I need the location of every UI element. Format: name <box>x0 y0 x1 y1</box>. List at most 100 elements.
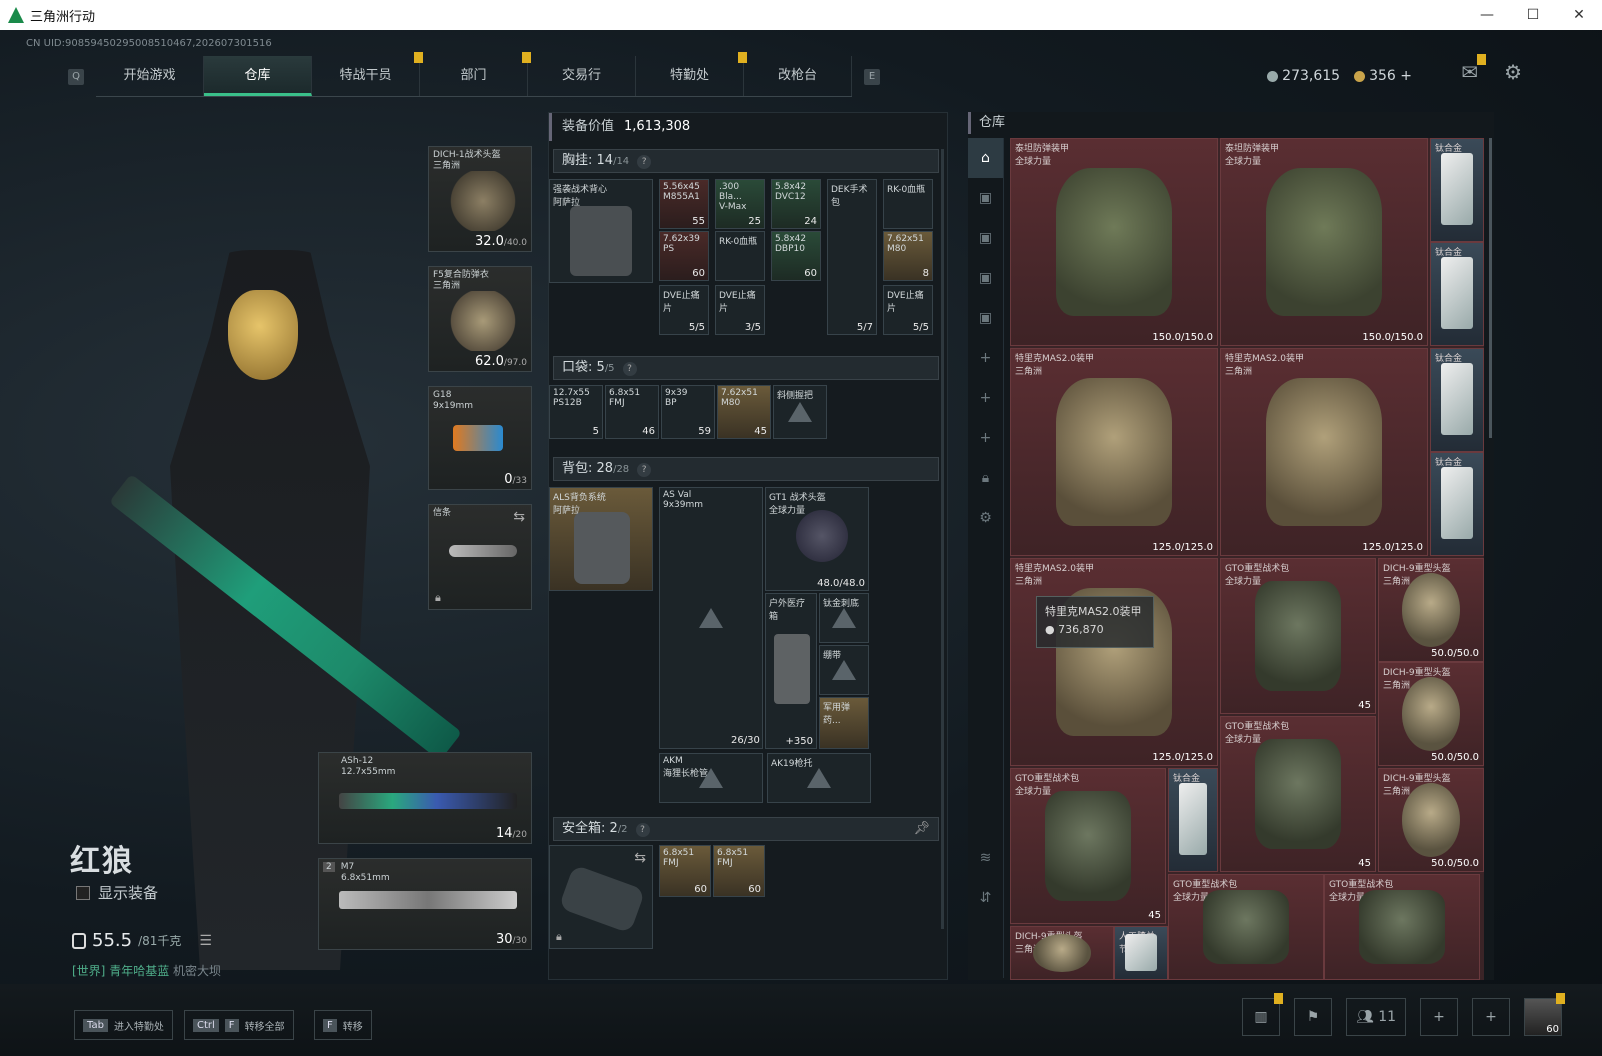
warehouse-item[interactable]: 泰坦防弹装甲 全球力量 150.0/150.0 <box>1010 138 1218 346</box>
close-button[interactable]: ✕ <box>1556 0 1602 30</box>
pocket-item[interactable]: 9x39 BP 59 <box>661 385 715 439</box>
nav-prev-key[interactable]: Q <box>68 68 84 85</box>
tab-trade[interactable]: 交易行 <box>528 56 636 96</box>
chest-item[interactable]: 5.8x42 DBP10 60 <box>771 231 821 281</box>
gold-currency[interactable]: 356 + <box>1354 68 1412 84</box>
pistol-slot[interactable]: G18 9x19mm 0/33 <box>428 386 532 490</box>
add-storage-icon[interactable]: + <box>968 378 1003 418</box>
ammo-box-item[interactable]: 军用弹药... <box>819 697 869 749</box>
pin-icon[interactable]: 📌︎ <box>913 818 930 840</box>
loadout-scrollbar[interactable] <box>941 149 944 929</box>
warehouse-item[interactable]: GTO重型战术包 全球力量 45 <box>1220 558 1376 714</box>
warehouse-item[interactable]: DICH-9重型头盔三角洲 <box>1010 926 1114 980</box>
storage-tab-2-icon[interactable]: ▣ <box>968 218 1003 258</box>
squad-button[interactable]: 👥︎ 11 <box>1346 998 1406 1036</box>
warehouse-item[interactable]: 钛合金 <box>1430 138 1484 242</box>
chest-item[interactable]: .300 Bla... V-Max 25 <box>715 179 765 229</box>
warehouse-item[interactable]: 钛合金 <box>1168 768 1218 872</box>
tab-warehouse[interactable]: 仓库 <box>204 56 312 96</box>
chest-item[interactable]: RK-0血瓶 <box>883 179 933 229</box>
chest-item[interactable]: DVE止痛片 5/5 <box>659 285 709 335</box>
warehouse-item[interactable]: GTO重型战术包 全球力量 <box>1168 874 1324 980</box>
layers-icon[interactable]: ≋ <box>968 838 1003 878</box>
warehouse-item[interactable]: 人工膝关节 <box>1114 926 1168 980</box>
gear-icon[interactable]: ⚙ <box>968 498 1003 538</box>
gear-icon[interactable]: ⚙ <box>1504 60 1522 84</box>
show-equipment-toggle[interactable]: 显示装备 <box>76 882 158 903</box>
warehouse-item[interactable]: GTO重型战术包 全球力量 45 <box>1220 716 1376 872</box>
warehouse-item[interactable]: GTO重型战术包 全球力量 <box>1324 874 1480 980</box>
nav-next-key[interactable]: E <box>864 68 880 85</box>
help-icon[interactable]: ? <box>637 463 652 477</box>
flag-icon[interactable]: ⚑ <box>1294 998 1332 1036</box>
sort-icon[interactable]: ⇵ <box>968 878 1003 918</box>
warehouse-scrollbar[interactable] <box>1489 138 1492 438</box>
lock-icon[interactable]: 🔒︎ <box>968 458 1003 498</box>
invite-slot-button[interactable]: + <box>1420 998 1458 1036</box>
mail-icon[interactable]: ✉ <box>1461 54 1487 84</box>
tab-department[interactable]: 部门 <box>420 52 531 96</box>
warehouse-item[interactable]: 钛合金 <box>1430 452 1484 556</box>
hint-transfer[interactable]: F 转移 <box>314 1010 372 1040</box>
secondary-weapon-slot[interactable]: 2 M7 6.8x51mm 30/30 <box>318 858 532 950</box>
warehouse-item[interactable]: DICH-9重型头盔 三角洲 50.0/50.0 <box>1378 768 1484 872</box>
storage-tab-4-icon[interactable]: ▣ <box>968 298 1003 338</box>
chest-item[interactable]: DVE止痛片 3/5 <box>715 285 765 335</box>
chest-item[interactable]: DEK手术包 5/7 <box>827 179 877 335</box>
add-storage-icon[interactable]: + <box>968 418 1003 458</box>
list-icon[interactable]: ☰ <box>199 933 212 949</box>
storage-tab-1-icon[interactable]: ▣ <box>968 178 1003 218</box>
ak19-stock-item[interactable]: AK19枪托 <box>767 753 871 803</box>
armor-slot[interactable]: F5复合防弹衣 三角洲 62.0/97.0 <box>428 266 532 372</box>
pocket-item[interactable]: 斜侧握把 <box>773 385 827 439</box>
minimize-button[interactable]: — <box>1464 0 1510 30</box>
warehouse-item[interactable]: 钛合金 <box>1430 348 1484 452</box>
warehouse-item[interactable]: 钛合金 <box>1430 242 1484 346</box>
gt1-helmet-item[interactable]: GT1 战术头盔 全球力量 48.0/48.0 <box>765 487 869 591</box>
storage-tab-3-icon[interactable]: ▣ <box>968 258 1003 298</box>
chest-item[interactable]: 5.8x42 DVC12 24 <box>771 179 821 229</box>
stats-icon[interactable]: ▥ <box>1242 993 1283 1036</box>
world-chat-line[interactable]: [世界] 青年哈基蓝 机密大坝 <box>72 962 221 979</box>
backpack-slot[interactable]: ALS背负系统 阿萨拉 <box>549 487 653 591</box>
chest-item[interactable]: 7.62x39 PS 60 <box>659 231 709 281</box>
help-icon[interactable]: ? <box>635 823 650 837</box>
avatar[interactable]: 60 <box>1524 993 1565 1036</box>
melee-slot[interactable]: 信条 ⇆ 🔒︎ <box>428 504 532 610</box>
primary-weapon-slot[interactable]: ASh-12 12.7x55mm 14/20 <box>318 752 532 844</box>
warehouse-item[interactable]: 泰坦防弹装甲 全球力量 150.0/150.0 <box>1220 138 1428 346</box>
pocket-item[interactable]: 6.8x51 FMJ 46 <box>605 385 659 439</box>
invite-slot-button[interactable]: + <box>1472 998 1510 1036</box>
akm-barrel-item[interactable]: AKM 海狸长枪管 <box>659 753 763 803</box>
add-currency-button[interactable]: + <box>1400 68 1412 84</box>
warehouse-item[interactable]: DICH-9重型头盔 三角洲 50.0/50.0 <box>1378 662 1484 766</box>
hint-special-ops[interactable]: Tab 进入特勤处 <box>74 1010 173 1040</box>
chest-item[interactable]: 7.62x51 M80 8 <box>883 231 933 281</box>
pocket-item[interactable]: 12.7x55 PS12B 5 <box>549 385 603 439</box>
medkit-item[interactable]: 户外医疗箱 +350 <box>765 593 817 749</box>
tab-gunsmith[interactable]: 改枪台 <box>744 56 852 96</box>
add-storage-icon[interactable]: + <box>968 338 1003 378</box>
warehouse-all-icon[interactable]: ⌂ <box>968 138 1003 178</box>
chest-item[interactable]: 5.56x45 M855A1 55 <box>659 179 709 229</box>
hint-transfer-all[interactable]: Ctrl F 转移全部 <box>184 1010 294 1040</box>
helmet-slot[interactable]: DICH-1战术头盔 三角洲 32.0/40.0 <box>428 146 532 252</box>
chest-item[interactable]: RK-0血瓶 <box>715 231 765 281</box>
chest-item[interactable]: DVE止痛片 5/5 <box>883 285 933 335</box>
pocket-item[interactable]: 7.62x51 M80 45 <box>717 385 771 439</box>
warehouse-item[interactable]: GTO重型战术包 全球力量 45 <box>1010 768 1166 924</box>
tab-special-ops[interactable]: 特勤处 <box>636 52 747 96</box>
titan-item[interactable]: 钛金刺底 <box>819 593 869 643</box>
checkbox[interactable] <box>76 885 90 900</box>
warehouse-item[interactable]: 特里克MAS2.0装甲 三角洲 125.0/125.0 <box>1220 348 1428 556</box>
tab-operators[interactable]: 特战干员 <box>312 52 423 96</box>
safe-box-item[interactable]: 6.8x51 FMJ 60 <box>713 845 765 897</box>
chest-rig-slot[interactable]: 强袭战术背心 阿萨拉 <box>549 179 653 283</box>
as-val-item[interactable]: AS Val 9x39mm <box>659 487 763 749</box>
tab-start-game[interactable]: 开始游戏 <box>96 56 204 96</box>
safe-box-item[interactable]: 6.8x51 FMJ 60 <box>659 845 711 897</box>
help-icon[interactable]: ? <box>637 155 652 169</box>
warehouse-item[interactable]: 特里克MAS2.0装甲 三角洲 125.0/125.0 <box>1010 558 1218 766</box>
bandage-item[interactable]: 绷带 <box>819 645 869 695</box>
swap-icon[interactable]: ⇆ <box>634 850 646 866</box>
